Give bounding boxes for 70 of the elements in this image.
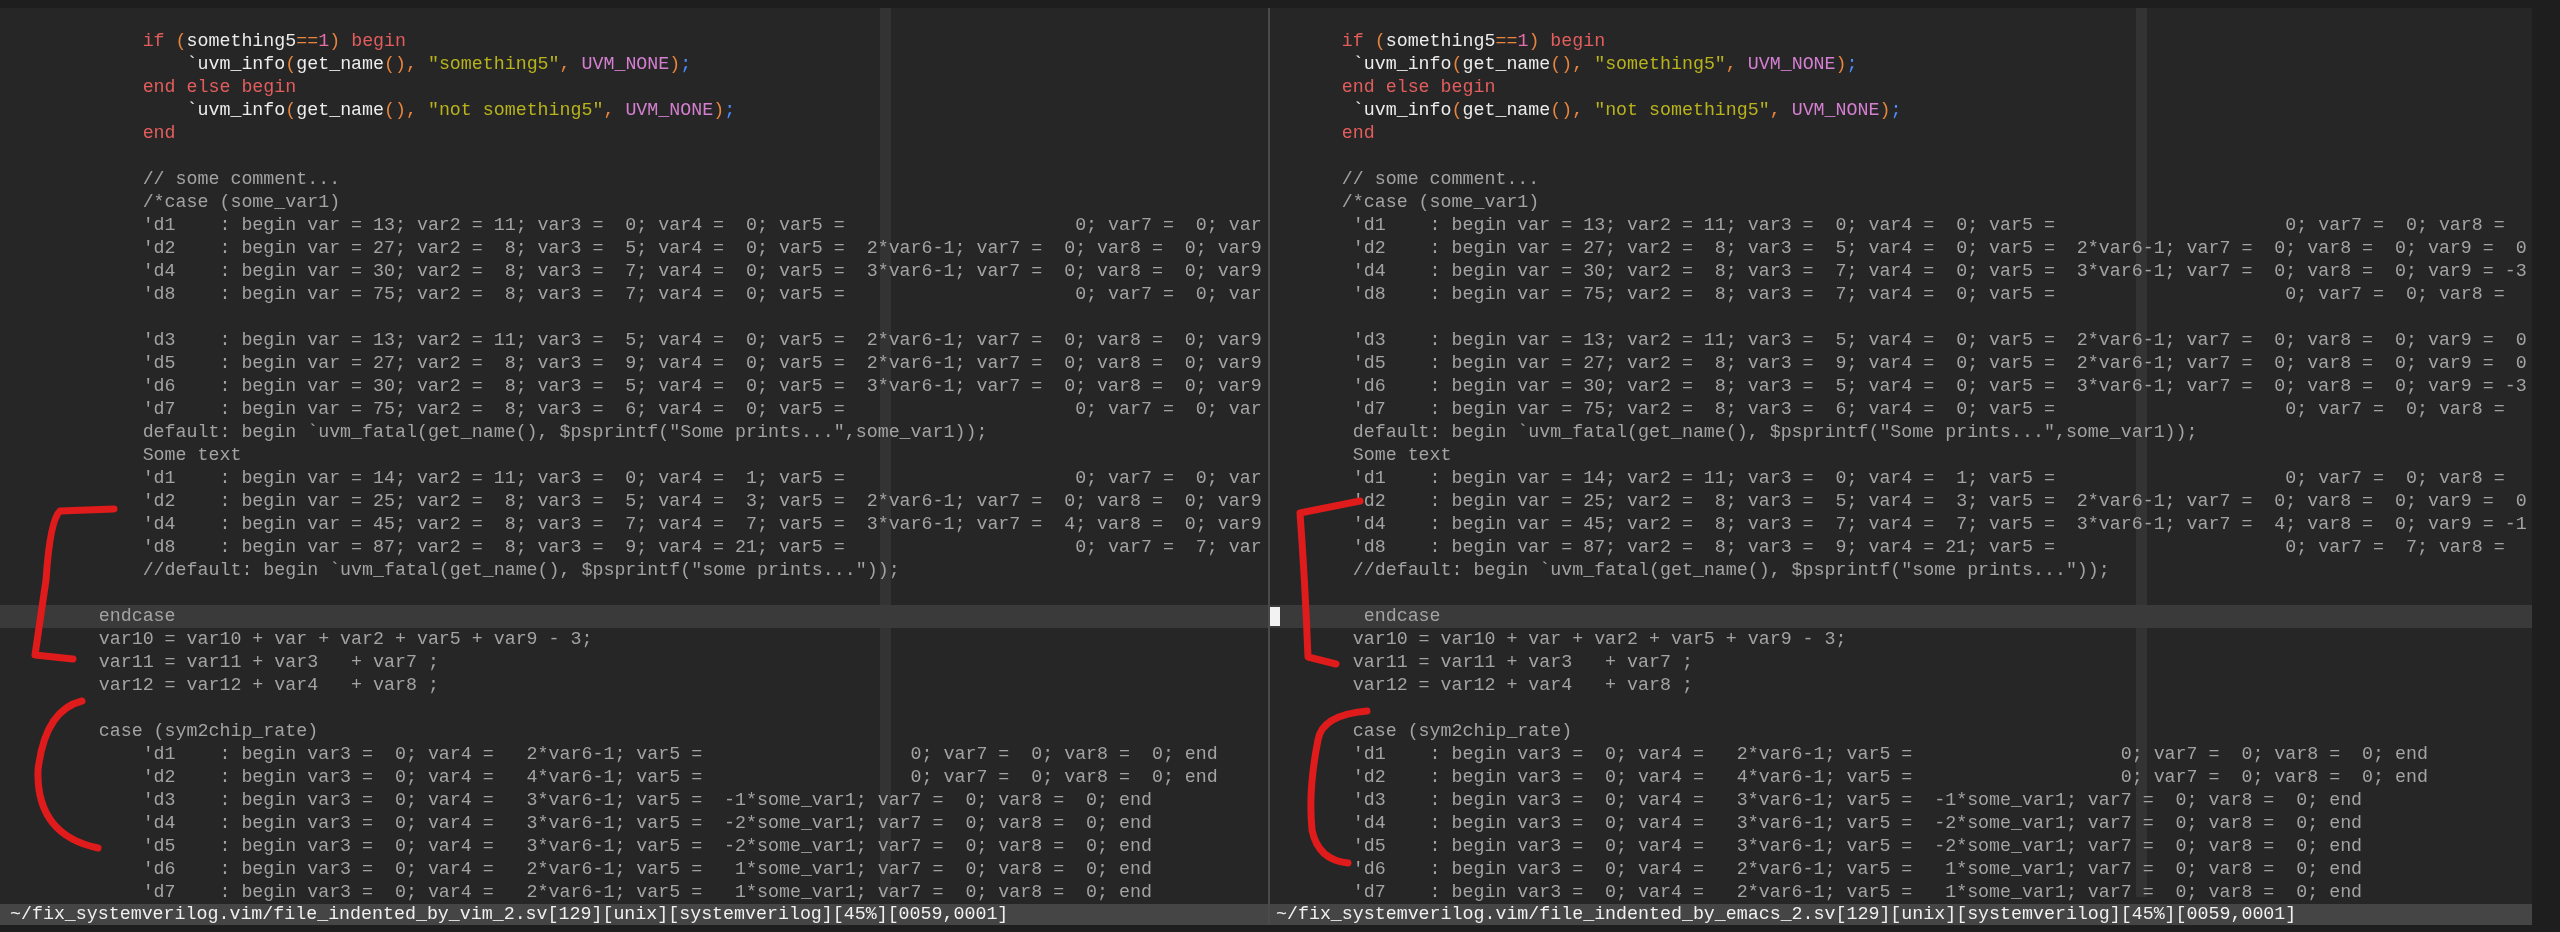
code-line: 'd4 : begin var3 = 0; var4 = 3*var6-1; var5 = -2*some_var1; var7 = 0; var8 = 0; end: [141, 812, 1152, 835]
code-line: 'd6 : begin var3 = 0; var4 = 2*var6-1; var5 = 1*some_var1; var7 = 0; var8 = 0; end: [141, 858, 1152, 881]
code-line: //default: begin `uvm_fatal(get_name(), $psprintf("some prints..."));: [1351, 559, 2110, 582]
code-line: /*case (some_var1): [1340, 191, 1540, 214]
code-line: var12 = var12 + var4 + var8 ;: [97, 674, 439, 697]
code-line: 'd8 : begin var = 87; var2 = 8; var3 = 9; var4 = 21; var5 = 0; var7 = 7; var8 =: [1351, 536, 2505, 559]
code-line: 'd4 : begin var = 45; var2 = 8; var3 = 7; var4 = 7; var5 = 3*var6-1; var7 = 4; var8 = 0; var9 = -1: [1351, 513, 2527, 536]
code-line: end: [1340, 122, 1375, 145]
code-line: 'd4 : begin var = 45; var2 = 8; var3 = 7; var4 = 7; var5 = 3*var6-1; var7 = 4; var8 = 0; var9: [141, 513, 1262, 536]
code-line: var10 = var10 + var + var2 + var5 + var9 - 3;: [1351, 628, 1847, 651]
code-line: 'd2 : begin var = 27; var2 = 8; var3 = 5; var4 = 0; var5 = 2*var6-1; var7 = 0; var8 = 0; var9 = 0: [1351, 237, 2527, 260]
code-line: 'd2 : begin var = 27; var2 = 8; var3 = 5; var4 = 0; var5 = 2*var6-1; var7 = 0; var8 = 0; var9: [141, 237, 1262, 260]
code-line: var11 = var11 + var3 + var7 ;: [1351, 651, 1693, 674]
code-line: case (sym2chip_rate): [1351, 720, 1573, 743]
code-line: 'd7 : begin var3 = 0; var4 = 2*var6-1; var5 = 1*some_var1; var7 = 0; var8 = 0; end: [1351, 881, 2363, 904]
code-line: 'd4 : begin var3 = 0; var4 = 3*var6-1; var5 = -2*some_var1; var7 = 0; var8 = 0; end: [1351, 812, 2363, 835]
code-line: 'd7 : begin var3 = 0; var4 = 2*var6-1; var5 = 1*some_var1; var7 = 0; var8 = 0; end: [141, 881, 1152, 904]
code-line: 'd3 : begin var3 = 0; var4 = 3*var6-1; var5 = -1*some_var1; var7 = 0; var8 = 0; end: [141, 789, 1152, 812]
code-line: Some text: [1351, 444, 1452, 467]
code-line: end else begin: [141, 76, 297, 99]
code-line: `uvm_info(get_name(), "not something5", UVM_NONE);: [185, 99, 736, 122]
code-line: endcase: [97, 605, 176, 628]
code-line: // some comment...: [1340, 168, 1540, 191]
code-line: `uvm_info(get_name(), "something5", UVM_NONE);: [1351, 53, 1858, 76]
code-line: 'd1 : begin var3 = 0; var4 = 2*var6-1; var5 = 0; var7 = 0; var8 = 0; end: [1351, 743, 2428, 766]
code-line: //default: begin `uvm_fatal(get_name(), $psprintf("some prints..."));: [141, 559, 900, 582]
code-line: var10 = var10 + var + var2 + var5 + var9 - 3;: [97, 628, 593, 651]
code-line: 'd6 : begin var3 = 0; var4 = 2*var6-1; var5 = 1*some_var1; var7 = 0; var8 = 0; end: [1351, 858, 2363, 881]
code-line: end: [141, 122, 176, 145]
code-line: 'd4 : begin var = 30; var2 = 8; var3 = 7; var4 = 0; var5 = 3*var6-1; var7 = 0; var8 = 0; var9: [141, 260, 1262, 283]
code-line: endcase: [1362, 605, 1441, 628]
code-line: 'd1 : begin var = 13; var2 = 11; var3 = 0; var4 = 0; var5 = 0; var7 = 0; var: [141, 214, 1262, 237]
code-line: 'd2 : begin var3 = 0; var4 = 4*var6-1; var5 = 0; var7 = 0; var8 = 0; end: [141, 766, 1218, 789]
code-line: case (sym2chip_rate): [97, 720, 319, 743]
code-line: 'd1 : begin var = 14; var2 = 11; var3 = 0; var4 = 1; var5 = 0; var7 = 0; var: [141, 467, 1262, 490]
code-line: if (something5==1) begin: [1340, 30, 1606, 53]
code-line: `uvm_info(get_name(), "not something5", UVM_NONE);: [1351, 99, 1902, 122]
code-line: 'd1 : begin var = 13; var2 = 11; var3 = 0; var4 = 0; var5 = 0; var7 = 0; var8 =: [1351, 214, 2505, 237]
code-line: 'd5 : begin var3 = 0; var4 = 3*var6-1; var5 = -2*some_var1; var7 = 0; var8 = 0; end: [1351, 835, 2363, 858]
code-line: end else begin: [1340, 76, 1496, 99]
code-line: 'd2 : begin var3 = 0; var4 = 4*var6-1; var5 = 0; var7 = 0; var8 = 0; end: [1351, 766, 2428, 789]
code-line: 'd6 : begin var = 30; var2 = 8; var3 = 5; var4 = 0; var5 = 3*var6-1; var7 = 0; var8 = 0; var9: [141, 375, 1262, 398]
code-line: if (something5==1) begin: [141, 30, 406, 53]
code-line: 'd2 : begin var = 25; var2 = 8; var3 = 5; var4 = 3; var5 = 2*var6-1; var7 = 0; var8 = 0; var9 = 0: [1351, 490, 2527, 513]
code-line: 'd5 : begin var3 = 0; var4 = 3*var6-1; var5 = -2*some_var1; var7 = 0; var8 = 0; end: [141, 835, 1152, 858]
code-line: `uvm_info(get_name(), "something5", UVM_NONE);: [185, 53, 692, 76]
code-line: default: begin `uvm_fatal(get_name(), $psprintf("Some prints...",some_var1));: [141, 421, 988, 444]
code-line: 'd4 : begin var = 30; var2 = 8; var3 = 7; var4 = 0; var5 = 3*var6-1; var7 = 0; var8 = 0; var9 = -3: [1351, 260, 2527, 283]
code-line: /*case (some_var1): [141, 191, 341, 214]
code-line: // some comment...: [141, 168, 341, 191]
code-line: 'd3 : begin var = 13; var2 = 11; var3 = 5; var4 = 0; var5 = 2*var6-1; var7 = 0; var8 = 0; var9: [141, 329, 1262, 352]
code-line: var12 = var12 + var4 + var8 ;: [1351, 674, 1693, 697]
code-line: 'd5 : begin var = 27; var2 = 8; var3 = 9; var4 = 0; var5 = 2*var6-1; var7 = 0; var8 = 0; var9: [141, 352, 1262, 375]
code-line: 'd8 : begin var = 87; var2 = 8; var3 = 9; var4 = 21; var5 = 0; var7 = 7; var: [141, 536, 1262, 559]
code-line: 'd8 : begin var = 75; var2 = 8; var3 = 7; var4 = 0; var5 = 0; var7 = 0; var: [141, 283, 1262, 306]
code-line: Some text: [141, 444, 242, 467]
code-line: 'd1 : begin var = 14; var2 = 11; var3 = 0; var4 = 1; var5 = 0; var7 = 0; var8 =: [1351, 467, 2505, 490]
status-bar: ~/fix_systemverilog.vim/file_indented_by_vim_2.sv[129][unix][systemverilog][45%][0059,0001]: [0, 904, 1268, 925]
code-line: 'd3 : begin var3 = 0; var4 = 3*var6-1; var5 = -1*some_var1; var7 = 0; var8 = 0; end: [1351, 789, 2363, 812]
code-line: var11 = var11 + var3 + var7 ;: [97, 651, 439, 674]
code-line: 'd2 : begin var = 25; var2 = 8; var3 = 5; var4 = 3; var5 = 2*var6-1; var7 = 0; var8 = 0; var9: [141, 490, 1262, 513]
code-line: default: begin `uvm_fatal(get_name(), $psprintf("Some prints...",some_var1));: [1351, 421, 2198, 444]
code-line: 'd6 : begin var = 30; var2 = 8; var3 = 5; var4 = 0; var5 = 3*var6-1; var7 = 0; var8 = 0; var9 = -3: [1351, 375, 2527, 398]
code-line: 'd1 : begin var3 = 0; var4 = 2*var6-1; var5 = 0; var7 = 0; var8 = 0; end: [141, 743, 1218, 766]
code-line: 'd5 : begin var = 27; var2 = 8; var3 = 9; var4 = 0; var5 = 2*var6-1; var7 = 0; var8 = 0; var9 = 0: [1351, 352, 2527, 375]
code-line: 'd7 : begin var = 75; var2 = 8; var3 = 6; var4 = 0; var5 = 0; var7 = 0; var8 =: [1351, 398, 2505, 421]
code-line: 'd3 : begin var = 13; var2 = 11; var3 = 5; var4 = 0; var5 = 2*var6-1; var7 = 0; var8 = 0; var9 = 0: [1351, 329, 2527, 352]
code-line: 'd8 : begin var = 75; var2 = 8; var3 = 7; var4 = 0; var5 = 0; var7 = 0; var8 =: [1351, 283, 2505, 306]
status-bar: ~/fix_systemverilog.vim/file_indented_by_emacs_2.sv[129][unix][systemverilog][45%][0059,0001]: [1270, 904, 2532, 925]
code-line: 'd7 : begin var = 75; var2 = 8; var3 = 6; var4 = 0; var5 = 0; var7 = 0; var: [141, 398, 1262, 421]
